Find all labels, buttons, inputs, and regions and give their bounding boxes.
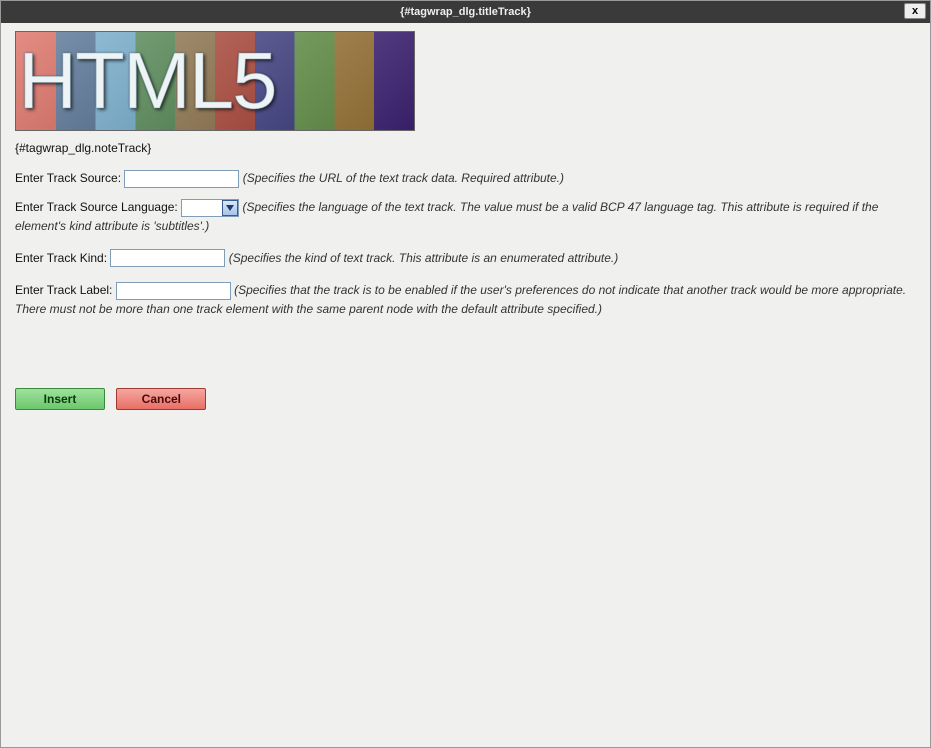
cancel-button[interactable]: Cancel (116, 388, 206, 410)
row-track-source: Enter Track Source: (Specifies the URL o… (15, 169, 916, 188)
select-track-srclang-wrap (181, 199, 239, 217)
chevron-down-icon (226, 205, 234, 211)
label-track-source: Enter Track Source: (15, 171, 121, 185)
input-track-kind[interactable] (110, 249, 225, 267)
row-track-label: Enter Track Label: (Specifies that the t… (15, 281, 916, 318)
note-text: {#tagwrap_dlg.noteTrack} (15, 141, 916, 155)
select-dropdown-button[interactable] (222, 200, 238, 216)
label-track-label: Enter Track Label: (15, 283, 112, 297)
banner-image: HTML5 (15, 31, 415, 131)
dialog-body: HTML5 {#tagwrap_dlg.noteTrack} Enter Tra… (1, 23, 930, 424)
button-row: Insert Cancel (15, 388, 916, 410)
close-icon: x (912, 5, 918, 17)
titlebar: {#tagwrap_dlg.titleTrack} x (1, 1, 930, 23)
hint-track-source: (Specifies the URL of the text track dat… (243, 171, 564, 185)
titlebar-title: {#tagwrap_dlg.titleTrack} (1, 6, 930, 18)
row-track-srclang: Enter Track Source Language: (Specifies … (15, 198, 916, 235)
input-track-source[interactable] (124, 170, 239, 188)
label-track-kind: Enter Track Kind: (15, 251, 107, 265)
row-track-kind: Enter Track Kind: (Specifies the kind of… (15, 249, 916, 268)
label-track-srclang: Enter Track Source Language: (15, 200, 178, 214)
banner-text: HTML5 (15, 32, 415, 130)
insert-button[interactable]: Insert (15, 388, 105, 410)
close-button[interactable]: x (904, 3, 926, 19)
dialog-window: {#tagwrap_dlg.titleTrack} x HTML5 {#tagw… (0, 0, 931, 748)
hint-track-kind: (Specifies the kind of text track. This … (229, 251, 619, 265)
input-track-label[interactable] (116, 282, 231, 300)
